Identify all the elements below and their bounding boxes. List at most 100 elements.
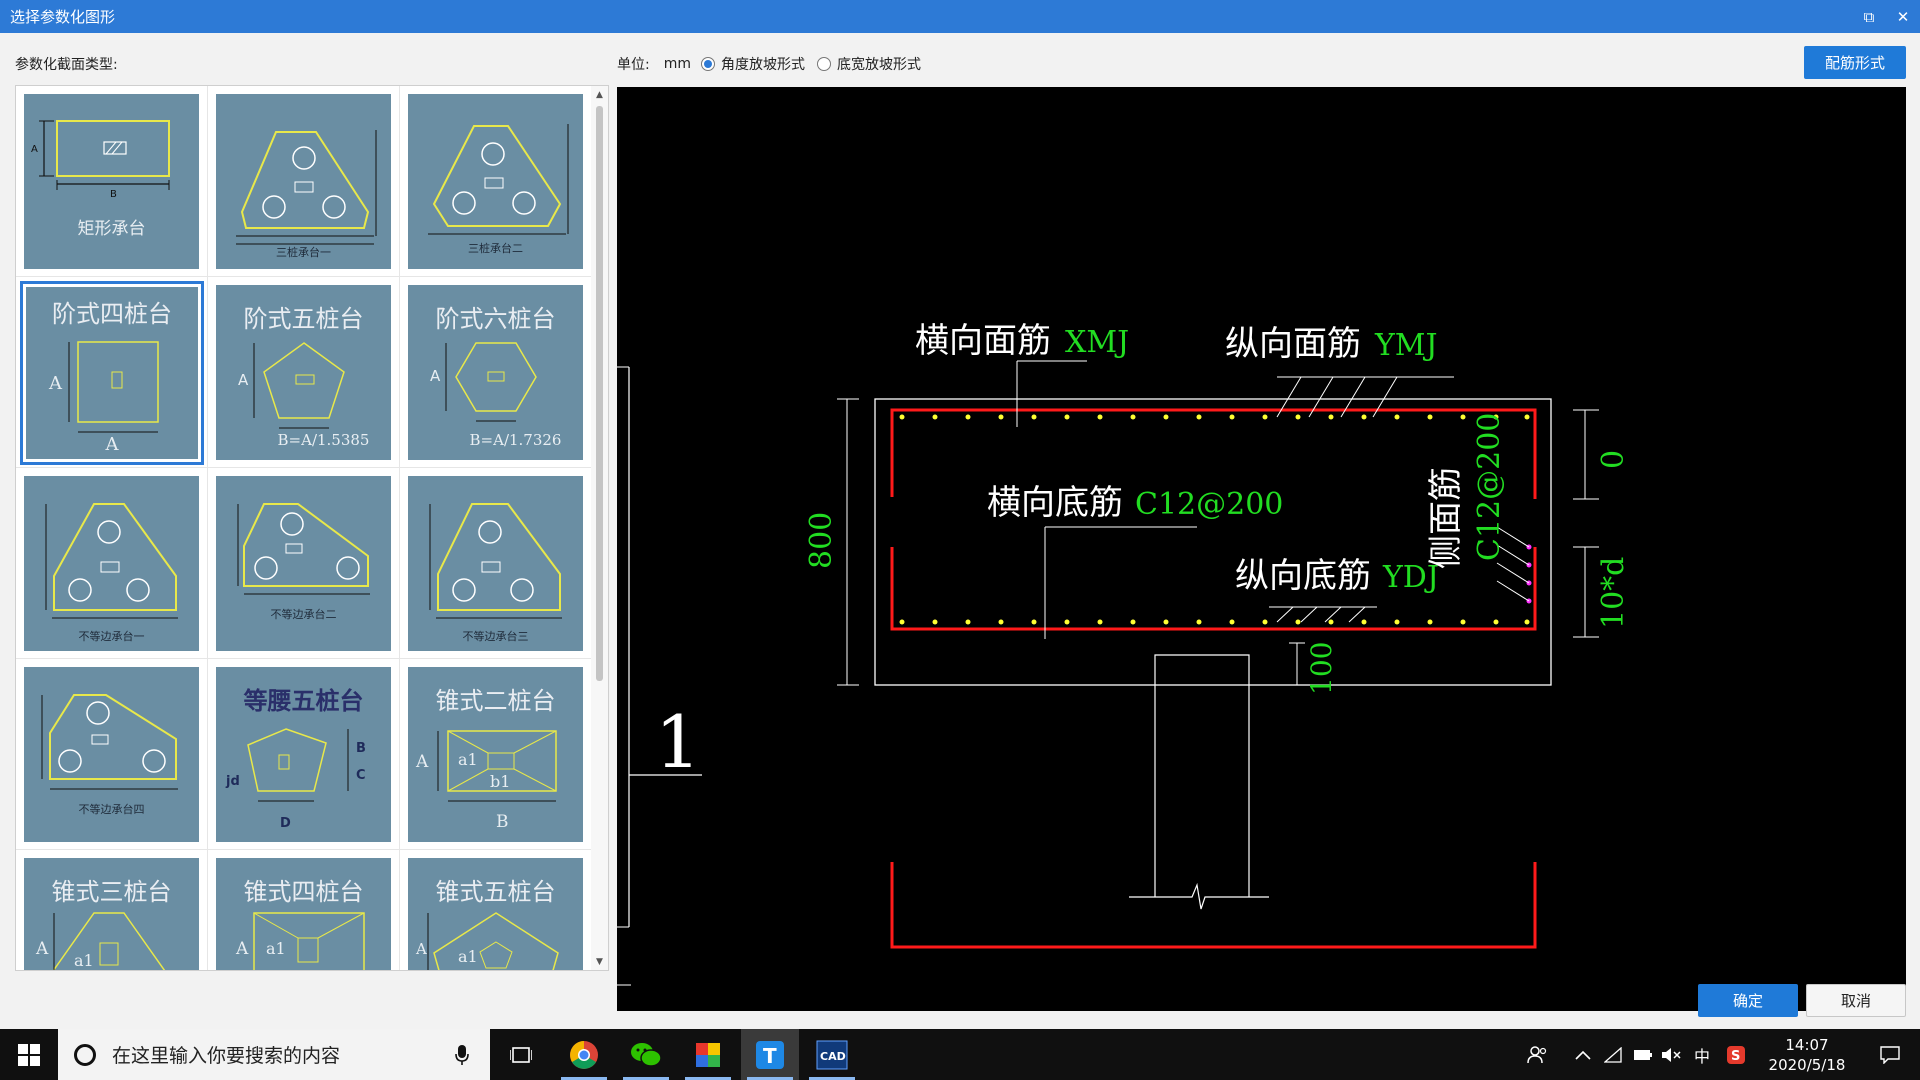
shape-caption: B=A/1.5385 bbox=[277, 431, 370, 449]
close-button[interactable]: ✕ bbox=[1886, 0, 1920, 33]
app-t-icon[interactable]: T bbox=[741, 1029, 799, 1080]
people-icon[interactable] bbox=[1522, 1029, 1552, 1080]
window-title: 选择参数化图形 bbox=[10, 8, 116, 26]
svg-text:a1: a1 bbox=[458, 947, 478, 966]
shape-item-cone-2pile[interactable]: 锥式二桩台 A a1 b1 B bbox=[400, 659, 592, 850]
label-xmj-code: XMJ bbox=[1065, 325, 1129, 360]
network-icon[interactable] bbox=[1600, 1029, 1626, 1080]
microphone-icon[interactable] bbox=[448, 1044, 476, 1066]
rebar-form-button[interactable]: 配筋形式 bbox=[1804, 46, 1906, 79]
svg-text:A: A bbox=[48, 373, 63, 394]
shape-item-3pile-1[interactable]: 三桩承台一 bbox=[208, 86, 400, 277]
shape-item-rect[interactable]: A B 矩形承台 bbox=[16, 86, 208, 277]
svg-text:C: C bbox=[356, 768, 366, 783]
rect-cap-diagram: A B bbox=[31, 120, 170, 200]
notification-icon[interactable] bbox=[1868, 1029, 1912, 1080]
svg-text:B: B bbox=[356, 741, 366, 756]
shape-caption: 不等边承台三 bbox=[462, 630, 529, 643]
start-button[interactable] bbox=[0, 1029, 58, 1080]
cortana-icon bbox=[74, 1043, 96, 1066]
cone-cap-diagram: A a1 bbox=[235, 912, 365, 970]
cancel-button[interactable]: 取消 bbox=[1806, 984, 1906, 1017]
label-ydj-cn: 纵向底筋 bbox=[1235, 556, 1371, 596]
task-view-icon[interactable] bbox=[492, 1029, 550, 1080]
svg-text:B: B bbox=[496, 812, 509, 832]
restore-button[interactable]: ⧉ bbox=[1852, 0, 1886, 33]
shape-item-3pile-2[interactable]: 三桩承台二 bbox=[400, 86, 592, 277]
chevron-up-icon[interactable] bbox=[1570, 1029, 1596, 1080]
chrome-icon[interactable] bbox=[555, 1029, 613, 1080]
dim-bottom-cover: 100 bbox=[1305, 642, 1338, 695]
ime-indicator[interactable]: 中 bbox=[1688, 1029, 1716, 1080]
shape-thumbnail: 锥式四桩台 A a1 bbox=[216, 858, 391, 970]
unequal-cap-diagram bbox=[237, 503, 370, 595]
radio-angle-slope[interactable] bbox=[701, 57, 715, 71]
battery-icon[interactable] bbox=[1630, 1029, 1656, 1080]
shape-caption: B=A/1.7326 bbox=[469, 431, 562, 449]
taskbar: 在这里输入你要搜索的内容 T CAD 中 S 14:07 2020/5/18 bbox=[0, 1029, 1920, 1080]
list-scrollbar[interactable]: ▲ ▼ bbox=[591, 86, 608, 970]
shape-thumbnail: 阶式五桩台 A B=A/1.5385 bbox=[216, 285, 391, 460]
clock[interactable]: 14:07 2020/5/18 bbox=[1757, 1035, 1857, 1075]
unequal-cap-diagram bbox=[429, 503, 562, 619]
shape-thumbnail: 等腰五桩台 B C jd D bbox=[216, 667, 391, 842]
svg-text:b1: b1 bbox=[490, 772, 510, 791]
shape-thumbnail: 三桩承台二 bbox=[408, 94, 583, 269]
shape-item-cone-3pile[interactable]: 锥式三桩台 A a1 bbox=[16, 850, 208, 970]
cad-preview-canvas[interactable]: 1 横向面筋 XMJ 纵向面筋 YMJ 横向底筋 C12@200 纵向底筋 YD… bbox=[617, 87, 1906, 1011]
cad-app-icon[interactable]: CAD bbox=[803, 1029, 861, 1080]
shape-item-step-6pile[interactable]: 阶式六桩台 A B=A/1.7326 bbox=[400, 277, 592, 468]
shape-caption: 不等边承台一 bbox=[78, 630, 145, 643]
unit-label: 单位: bbox=[617, 57, 650, 73]
svg-text:CAD: CAD bbox=[820, 1050, 846, 1063]
sogou-ime-icon[interactable]: S bbox=[1722, 1029, 1750, 1080]
close-icon: ✕ bbox=[1896, 7, 1910, 26]
wechat-icon[interactable] bbox=[617, 1029, 675, 1080]
dialog-body: 参数化截面类型: A B 矩形承台 三桩承台一 三桩承台二 阶式四桩台 A A … bbox=[0, 33, 1920, 1029]
radio-angle-slope-label[interactable]: 角度放坡形式 bbox=[721, 54, 805, 74]
shape-thumbnail: 阶式四桩台 A A bbox=[20, 281, 204, 465]
volume-muted-icon[interactable] bbox=[1658, 1029, 1684, 1080]
radio-width-slope[interactable] bbox=[817, 57, 831, 71]
label-xdj-code: C12@200 bbox=[1135, 487, 1283, 522]
radio-width-slope-label[interactable]: 底宽放坡形式 bbox=[837, 54, 921, 74]
shape-item-uneq-2[interactable]: 不等边承台二 bbox=[208, 468, 400, 659]
scroll-down-icon[interactable]: ▼ bbox=[591, 953, 608, 970]
shape-thumbnail: 不等边承台三 bbox=[408, 476, 583, 651]
param-shape-list[interactable]: A B 矩形承台 三桩承台一 三桩承台二 阶式四桩台 A A 阶式五桩台 A B… bbox=[15, 85, 609, 971]
shape-item-step-5pile[interactable]: 阶式五桩台 A B=A/1.5385 bbox=[208, 277, 400, 468]
shape-item-step-4pile[interactable]: 阶式四桩台 A A bbox=[16, 277, 208, 468]
shape-caption: 矩形承台 bbox=[77, 219, 146, 239]
shape-caption: 不等边承台二 bbox=[270, 608, 337, 621]
svg-text:a1: a1 bbox=[74, 951, 94, 970]
shape-item-uneq-3[interactable]: 不等边承台三 bbox=[400, 468, 592, 659]
shape-item-cone-4pile[interactable]: 锥式四桩台 A a1 bbox=[208, 850, 400, 970]
ok-button[interactable]: 确定 bbox=[1698, 984, 1798, 1017]
shape-item-isosceles-5pile[interactable]: 等腰五桩台 B C jd D bbox=[208, 659, 400, 850]
svg-text:A: A bbox=[235, 939, 249, 959]
shape-item-uneq-1[interactable]: 不等边承台一 bbox=[16, 468, 208, 659]
svg-text:a1: a1 bbox=[458, 750, 478, 769]
restore-icon: ⧉ bbox=[1863, 7, 1875, 26]
scroll-up-icon[interactable]: ▲ bbox=[591, 86, 608, 103]
shape-caption: 三桩承台二 bbox=[468, 242, 523, 255]
dim-anchor: 10*d bbox=[1596, 557, 1631, 629]
app-colorful-icon[interactable] bbox=[679, 1029, 737, 1080]
bottom-rebar-dots bbox=[899, 619, 1530, 625]
section-label: 参数化截面类型: bbox=[15, 57, 118, 73]
shape-thumbnail: A B 矩形承台 bbox=[24, 94, 199, 269]
shape-item-uneq-4[interactable]: 不等边承台四 bbox=[16, 659, 208, 850]
shape-item-cone-5pile[interactable]: 锥式五桩台 A a1 bbox=[400, 850, 592, 970]
dim-height: 800 bbox=[804, 512, 839, 569]
svg-text:D: D bbox=[280, 816, 291, 831]
shape-thumbnail: 阶式六桩台 A B=A/1.7326 bbox=[408, 285, 583, 460]
clock-date: 2020/5/18 bbox=[1768, 1056, 1846, 1074]
shape-thumbnail: 锥式三桩台 A a1 bbox=[24, 858, 199, 970]
svg-text:A: A bbox=[415, 752, 429, 772]
scrollbar-thumb[interactable] bbox=[596, 106, 603, 681]
cone-cap-diagram: A a1 bbox=[35, 912, 166, 970]
svg-text:a1: a1 bbox=[266, 939, 286, 958]
taskbar-search-box[interactable]: 在这里输入你要搜索的内容 bbox=[58, 1029, 490, 1080]
shape-thumbnail: 三桩承台一 bbox=[216, 94, 391, 269]
svg-text:S: S bbox=[1731, 1049, 1740, 1064]
